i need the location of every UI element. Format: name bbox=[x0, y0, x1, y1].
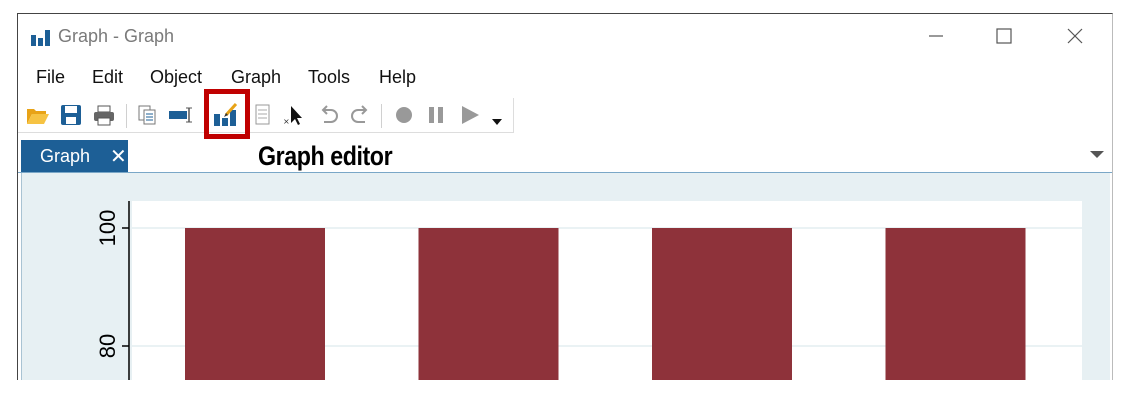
record-button[interactable] bbox=[391, 102, 417, 128]
bar[interactable] bbox=[652, 228, 792, 380]
dropdown-icon bbox=[492, 119, 502, 125]
menu-edit[interactable]: Edit bbox=[92, 67, 123, 88]
menu-graph[interactable]: Graph bbox=[231, 67, 281, 88]
copy-icon bbox=[138, 105, 156, 125]
graph-window: Graph - Graph File Edit Object Graph Too… bbox=[17, 13, 1113, 380]
undo-icon bbox=[321, 105, 338, 123]
menu-tools[interactable]: Tools bbox=[308, 67, 350, 88]
play-dropdown-button[interactable] bbox=[484, 108, 510, 134]
close-button[interactable] bbox=[1052, 22, 1098, 50]
record-icon bbox=[396, 107, 412, 123]
data-editor-icon bbox=[255, 104, 270, 125]
play-button[interactable] bbox=[457, 102, 483, 128]
y-tick-label: 100 bbox=[95, 210, 120, 247]
pointer-icon: × bbox=[283, 106, 302, 126]
maximize-button[interactable] bbox=[981, 22, 1027, 50]
app-icon bbox=[31, 30, 50, 46]
data-editor-button[interactable] bbox=[250, 102, 276, 128]
menu-help[interactable]: Help bbox=[379, 67, 416, 88]
graph-editor-highlight bbox=[204, 89, 250, 139]
tab-close-icon[interactable]: ✕ bbox=[110, 144, 127, 169]
save-icon bbox=[61, 105, 81, 125]
close-icon bbox=[1067, 28, 1083, 44]
save-button[interactable] bbox=[58, 102, 84, 128]
redo-icon bbox=[351, 105, 368, 123]
bar-chart: 100 80 bbox=[95, 201, 1082, 380]
tab-label: Graph bbox=[40, 146, 91, 166]
maximize-icon bbox=[996, 28, 1012, 44]
window-title: Graph - Graph bbox=[58, 26, 175, 46]
print-icon bbox=[94, 105, 114, 126]
minimize-icon bbox=[929, 35, 943, 37]
toolbar-separator bbox=[126, 104, 127, 128]
menu-object[interactable]: Object bbox=[150, 67, 202, 88]
toolbar: × bbox=[18, 98, 514, 133]
bar[interactable] bbox=[185, 228, 325, 380]
redo-button[interactable] bbox=[348, 102, 374, 128]
bar[interactable] bbox=[418, 228, 559, 380]
pause-button[interactable] bbox=[423, 102, 449, 128]
undo-button[interactable] bbox=[315, 102, 341, 128]
tab-graph[interactable]: Graph ✕ bbox=[21, 140, 128, 172]
menu-file[interactable]: File bbox=[36, 67, 65, 88]
y-tick-label: 80 bbox=[95, 334, 120, 358]
open-icon bbox=[27, 109, 49, 124]
pointer-button[interactable]: × bbox=[281, 102, 307, 128]
graph-editor-annotation: Graph editor bbox=[258, 141, 393, 171]
print-button[interactable] bbox=[91, 102, 117, 128]
toolbar-separator bbox=[381, 104, 382, 128]
minimize-button[interactable] bbox=[913, 22, 959, 50]
copy-button[interactable] bbox=[134, 102, 160, 128]
pause-icon bbox=[429, 107, 443, 123]
play-icon bbox=[462, 106, 479, 124]
title-bar: Graph - Graph bbox=[18, 14, 1112, 58]
open-button[interactable] bbox=[25, 102, 51, 128]
rename-button[interactable] bbox=[168, 102, 194, 128]
svg-text:×: × bbox=[283, 117, 290, 126]
rename-icon bbox=[169, 107, 192, 123]
tab-list-dropdown-icon[interactable] bbox=[1090, 151, 1104, 158]
tab-strip: Graph ✕ bbox=[18, 138, 1112, 173]
bar[interactable] bbox=[885, 228, 1026, 380]
graph-canvas[interactable]: 100 80 bbox=[21, 173, 1110, 380]
